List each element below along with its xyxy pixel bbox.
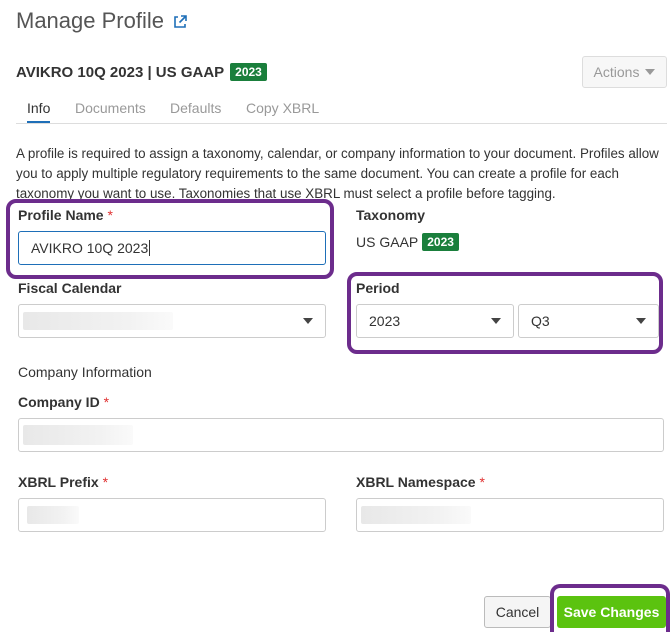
- xbrl-prefix-input[interactable]: [18, 498, 326, 532]
- redacted-value: [23, 425, 133, 445]
- fiscal-calendar-select[interactable]: [18, 304, 326, 338]
- profile-name-input[interactable]: AVIKRO 10Q 2023: [18, 231, 326, 265]
- xbrl-namespace-label: XBRL Namespace *: [356, 474, 485, 490]
- cancel-button[interactable]: Cancel: [484, 596, 551, 628]
- chevron-down-icon: [636, 318, 646, 324]
- redacted-value: [361, 506, 471, 524]
- dialog-title: Manage Profile: [16, 8, 164, 33]
- company-id-input[interactable]: [18, 418, 664, 452]
- profile-name-label: Profile Name *: [18, 207, 113, 223]
- document-title-text: AVIKRO 10Q 2023 | US GAAP: [16, 63, 225, 81]
- external-link-icon[interactable]: [172, 14, 188, 30]
- tab-bar: Info Documents Defaults Copy XBRL: [16, 100, 667, 124]
- taxonomy-value: US GAAP 2023: [356, 233, 459, 251]
- tab-copy-xbrl[interactable]: Copy XBRL: [246, 100, 319, 122]
- tab-defaults[interactable]: Defaults: [170, 100, 221, 122]
- document-title: AVIKRO 10Q 2023 | US GAAP 2023: [16, 63, 267, 81]
- fiscal-calendar-label: Fiscal Calendar: [18, 280, 122, 296]
- document-year-badge: 2023: [230, 63, 267, 81]
- chevron-down-icon: [645, 69, 656, 75]
- taxonomy-year-badge: 2023: [422, 233, 459, 251]
- save-changes-button[interactable]: Save Changes: [557, 596, 666, 628]
- taxonomy-label: Taxonomy: [356, 207, 425, 223]
- period-year-select[interactable]: 2023: [356, 304, 514, 338]
- company-info-heading: Company Information: [18, 364, 152, 380]
- redacted-value: [27, 506, 79, 524]
- period-quarter-select[interactable]: Q3: [518, 304, 659, 338]
- actions-label: Actions: [593, 64, 640, 80]
- xbrl-namespace-input[interactable]: [356, 498, 664, 532]
- tab-info[interactable]: Info: [27, 100, 51, 123]
- profile-description: A profile is required to assign a taxono…: [16, 146, 659, 201]
- company-id-label: Company ID *: [18, 394, 110, 410]
- chevron-down-icon: [303, 318, 313, 324]
- tab-documents[interactable]: Documents: [75, 100, 146, 122]
- actions-dropdown-button[interactable]: Actions: [582, 56, 667, 88]
- redacted-value: [23, 312, 173, 330]
- chevron-down-icon: [491, 318, 501, 324]
- xbrl-prefix-label: XBRL Prefix *: [18, 474, 109, 490]
- period-label: Period: [356, 280, 400, 296]
